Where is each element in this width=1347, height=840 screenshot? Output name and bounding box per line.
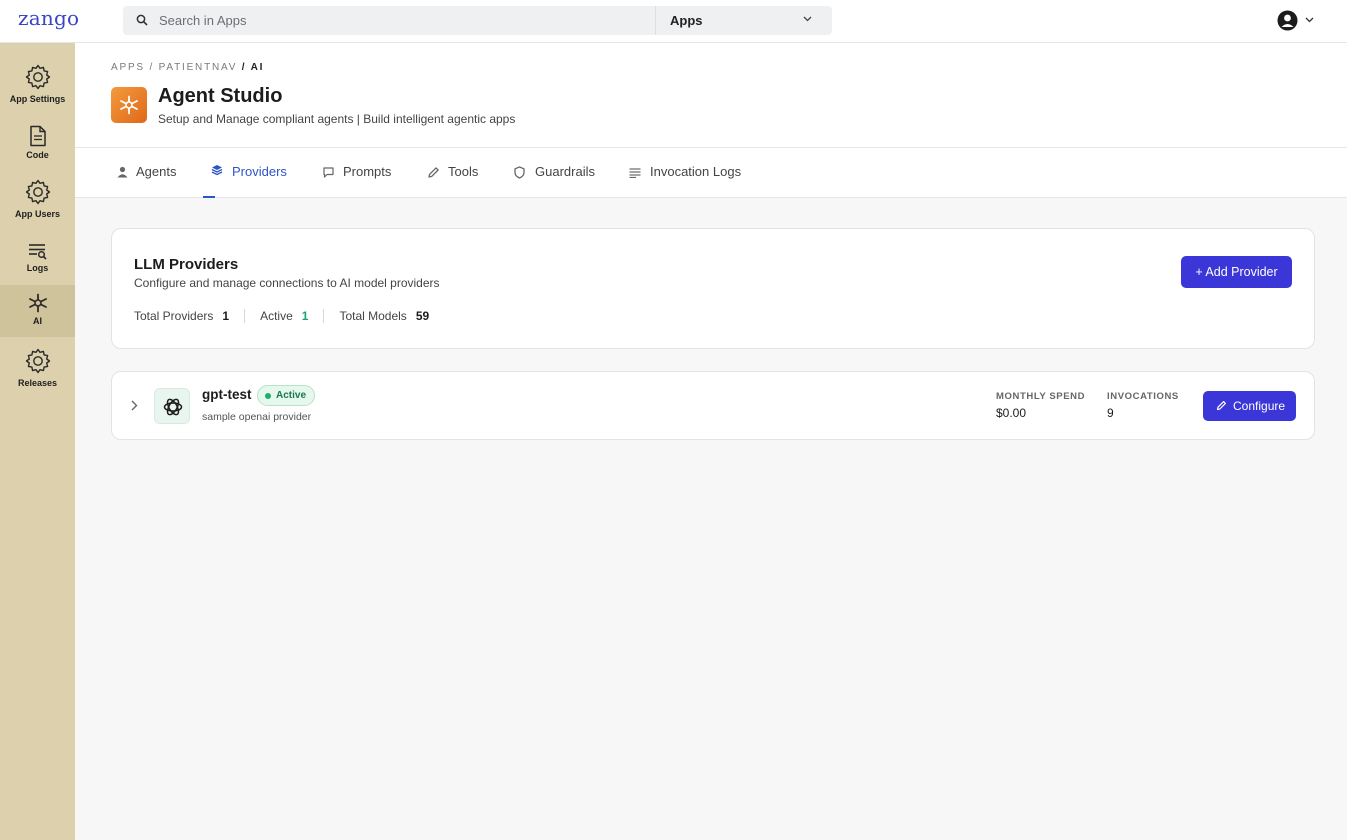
sidebar: App Settings Code App Users Logs AI Rele… (0, 43, 75, 840)
sparkle-icon (28, 293, 47, 313)
scope-select-value: Apps (670, 13, 703, 28)
pencil-icon (1216, 401, 1226, 411)
provider-name: gpt-test (202, 387, 252, 402)
sidebar-item-label: Code (26, 150, 49, 160)
gear-icon (25, 64, 50, 90)
stat-total-providers-label: Total Providers (134, 309, 214, 323)
stat-total-providers-value: 1 (222, 309, 230, 323)
stat-active-value: 1 (301, 309, 309, 323)
stat-active-label: Active (260, 309, 293, 323)
sidebar-item-logs[interactable]: Logs (0, 242, 75, 278)
gear-icon (25, 179, 50, 205)
file-icon (29, 125, 46, 147)
user-icon (117, 166, 128, 178)
openai-icon (163, 398, 183, 416)
provider-stats: Total Providers 1 Active 1 Total Models … (134, 309, 429, 323)
status-dot (265, 393, 271, 399)
sidebar-item-label: Releases (17, 378, 58, 388)
chevron-down-icon (1305, 17, 1314, 23)
user-menu[interactable] (1277, 10, 1317, 32)
status-badge-label: Active (276, 390, 307, 401)
breadcrumb-patientnav[interactable]: PATIENTNAV (159, 62, 238, 73)
lines-icon (629, 168, 641, 178)
chevron-right-icon[interactable] (131, 400, 138, 411)
llm-providers-card: LLM Providers Configure and manage conne… (111, 228, 1315, 349)
breadcrumb-current: AI (250, 62, 265, 73)
metric-value: $0.00 (996, 406, 1027, 420)
configure-button[interactable]: Configure (1203, 391, 1296, 421)
cube-icon (211, 165, 223, 176)
metric-value: 9 (1107, 406, 1114, 420)
sidebar-item-code[interactable]: Code (0, 125, 75, 161)
provider-row[interactable]: gpt-test Active sample openai provider M… (111, 371, 1315, 440)
sidebar-item-label: Logs (26, 263, 49, 273)
sidebar-item-label: AI (33, 316, 42, 326)
page-subtitle: Setup and Manage compliant agents | Buil… (158, 112, 516, 126)
card-title: LLM Providers (134, 256, 239, 273)
sidebar-item-label: App Users (14, 209, 60, 219)
page-header: APPS / PATIENTNAV / AI Agent Studio Setu… (75, 43, 1347, 148)
status-badge: Active (257, 385, 316, 406)
stat-total-models-value: 59 (415, 309, 430, 323)
stat-divider (244, 309, 246, 323)
provider-logo (154, 388, 190, 424)
sidebar-item-app-settings[interactable]: App Settings (0, 63, 75, 107)
search-box[interactable] (123, 6, 655, 35)
shield-icon (514, 166, 525, 179)
chat-icon (323, 167, 334, 178)
agent-studio-icon (111, 87, 147, 123)
provider-description: sample openai provider (202, 411, 312, 423)
top-bar: zango Apps (0, 0, 1347, 43)
breadcrumb-apps[interactable]: APPS (111, 62, 145, 73)
gear-icon (25, 348, 50, 374)
add-provider-button[interactable]: + Add Provider (1181, 256, 1292, 288)
stat-divider (323, 309, 325, 323)
sidebar-item-label: App Settings (9, 94, 66, 104)
search-icon (136, 14, 148, 26)
monthly-spend-metric: MONTHLY SPEND $0.00 (996, 391, 1085, 420)
zango-logo[interactable]: zango (18, 6, 79, 30)
stat-total-models-label: Total Models (339, 309, 407, 323)
sparkle-icon (120, 95, 138, 115)
list-search-icon (28, 244, 47, 260)
breadcrumb: APPS / PATIENTNAV / AI (111, 62, 265, 73)
page-title: Agent Studio (158, 85, 283, 107)
configure-button-label: Configure (1233, 399, 1286, 413)
pencil-icon (428, 167, 439, 178)
metric-label: INVOCATIONS (1107, 391, 1179, 402)
avatar-icon (1277, 10, 1298, 31)
card-description: Configure and manage connections to AI m… (134, 276, 440, 290)
search-input[interactable] (159, 6, 639, 35)
invocations-metric: INVOCATIONS 9 (1107, 391, 1179, 420)
metric-label: MONTHLY SPEND (996, 391, 1086, 402)
sidebar-item-releases[interactable]: Releases (0, 347, 75, 391)
sidebar-item-ai[interactable]: AI (0, 285, 75, 337)
scope-select[interactable]: Apps (655, 6, 832, 35)
tab-bar: Agents Providers Prompts Tools Guardrail… (75, 148, 1347, 198)
main-content: APPS / PATIENTNAV / AI Agent Studio Setu… (75, 43, 1347, 840)
chevron-down-icon (803, 16, 812, 22)
sidebar-item-app-users[interactable]: App Users (0, 178, 75, 222)
